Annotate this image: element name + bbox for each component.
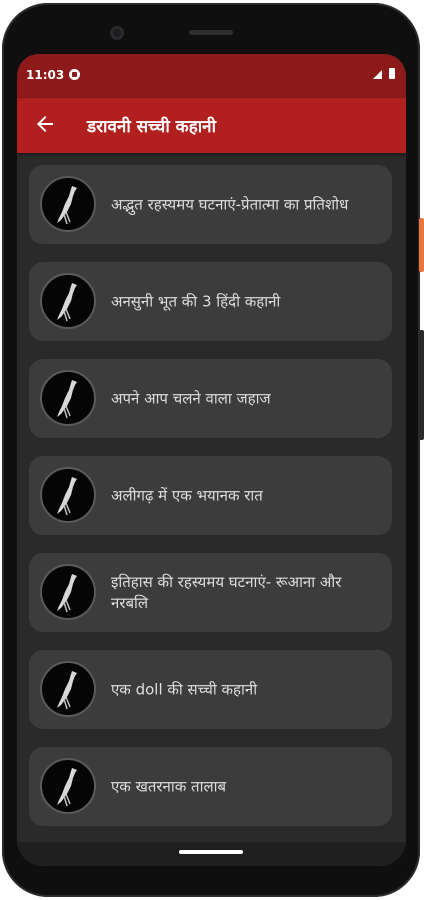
- list-item[interactable]: एक doll की सच्ची कहानी: [29, 650, 392, 729]
- volume-button: [419, 330, 424, 440]
- bird-icon: [40, 370, 96, 426]
- device: 11:03 डरावनी सच्ची कहानी अद्भुत रहस्यमय …: [0, 0, 424, 900]
- bird-icon: [40, 176, 96, 232]
- story-list[interactable]: अद्भुत रहस्यमय घटनाएं-प्रेतात्मा का प्रत…: [17, 153, 406, 866]
- status-bar: 11:03: [17, 54, 406, 98]
- story-title: अद्भुत रहस्यमय घटनाएं-प्रेतात्मा का प्रत…: [111, 195, 349, 213]
- home-gesture-handle[interactable]: [179, 850, 243, 854]
- notification-app-icon: [69, 69, 80, 80]
- signal-icon: [373, 70, 382, 79]
- earpiece-speaker: [189, 30, 233, 35]
- bird-icon: [40, 564, 96, 620]
- screen: 11:03 डरावनी सच्ची कहानी अद्भुत रहस्यमय …: [17, 54, 406, 866]
- power-button: [419, 218, 424, 272]
- story-title: एक doll की सच्ची कहानी: [111, 680, 258, 698]
- arrow-left-icon[interactable]: [33, 112, 57, 136]
- list-item[interactable]: अद्भुत रहस्यमय घटनाएं-प्रेतात्मा का प्रत…: [29, 165, 392, 244]
- status-time: 11:03: [26, 68, 65, 82]
- list-item[interactable]: एक खतरनाक तालाब: [29, 747, 392, 826]
- list-item[interactable]: इतिहास की रहस्यमय घटनाएं- रूआना और नरबलि: [29, 553, 392, 632]
- list-item[interactable]: अपने आप चलने वाला जहाज: [29, 359, 392, 438]
- bird-icon: [40, 467, 96, 523]
- bird-icon: [40, 758, 96, 814]
- story-title: अनसुनी भूत की 3 हिंदी कहानी: [111, 292, 281, 310]
- list-item[interactable]: अलीगढ़ में एक भयानक रात: [29, 456, 392, 535]
- story-title: अलीगढ़ में एक भयानक रात: [111, 486, 263, 504]
- battery-icon: [389, 68, 395, 79]
- story-title: एक खतरनाक तालाब: [111, 777, 227, 795]
- story-title: इतिहास की रहस्यमय घटनाएं- रूआना और नरबलि: [111, 572, 342, 612]
- story-title: अपने आप चलने वाला जहाज: [111, 389, 271, 407]
- bird-icon: [40, 661, 96, 717]
- front-camera: [110, 26, 124, 40]
- app-bar: डरावनी सच्ची कहानी: [17, 98, 406, 153]
- gesture-nav-bar: [17, 842, 406, 866]
- bird-icon: [40, 273, 96, 329]
- page-title: डरावनी सच्ची कहानी: [87, 117, 217, 137]
- list-item[interactable]: अनसुनी भूत की 3 हिंदी कहानी: [29, 262, 392, 341]
